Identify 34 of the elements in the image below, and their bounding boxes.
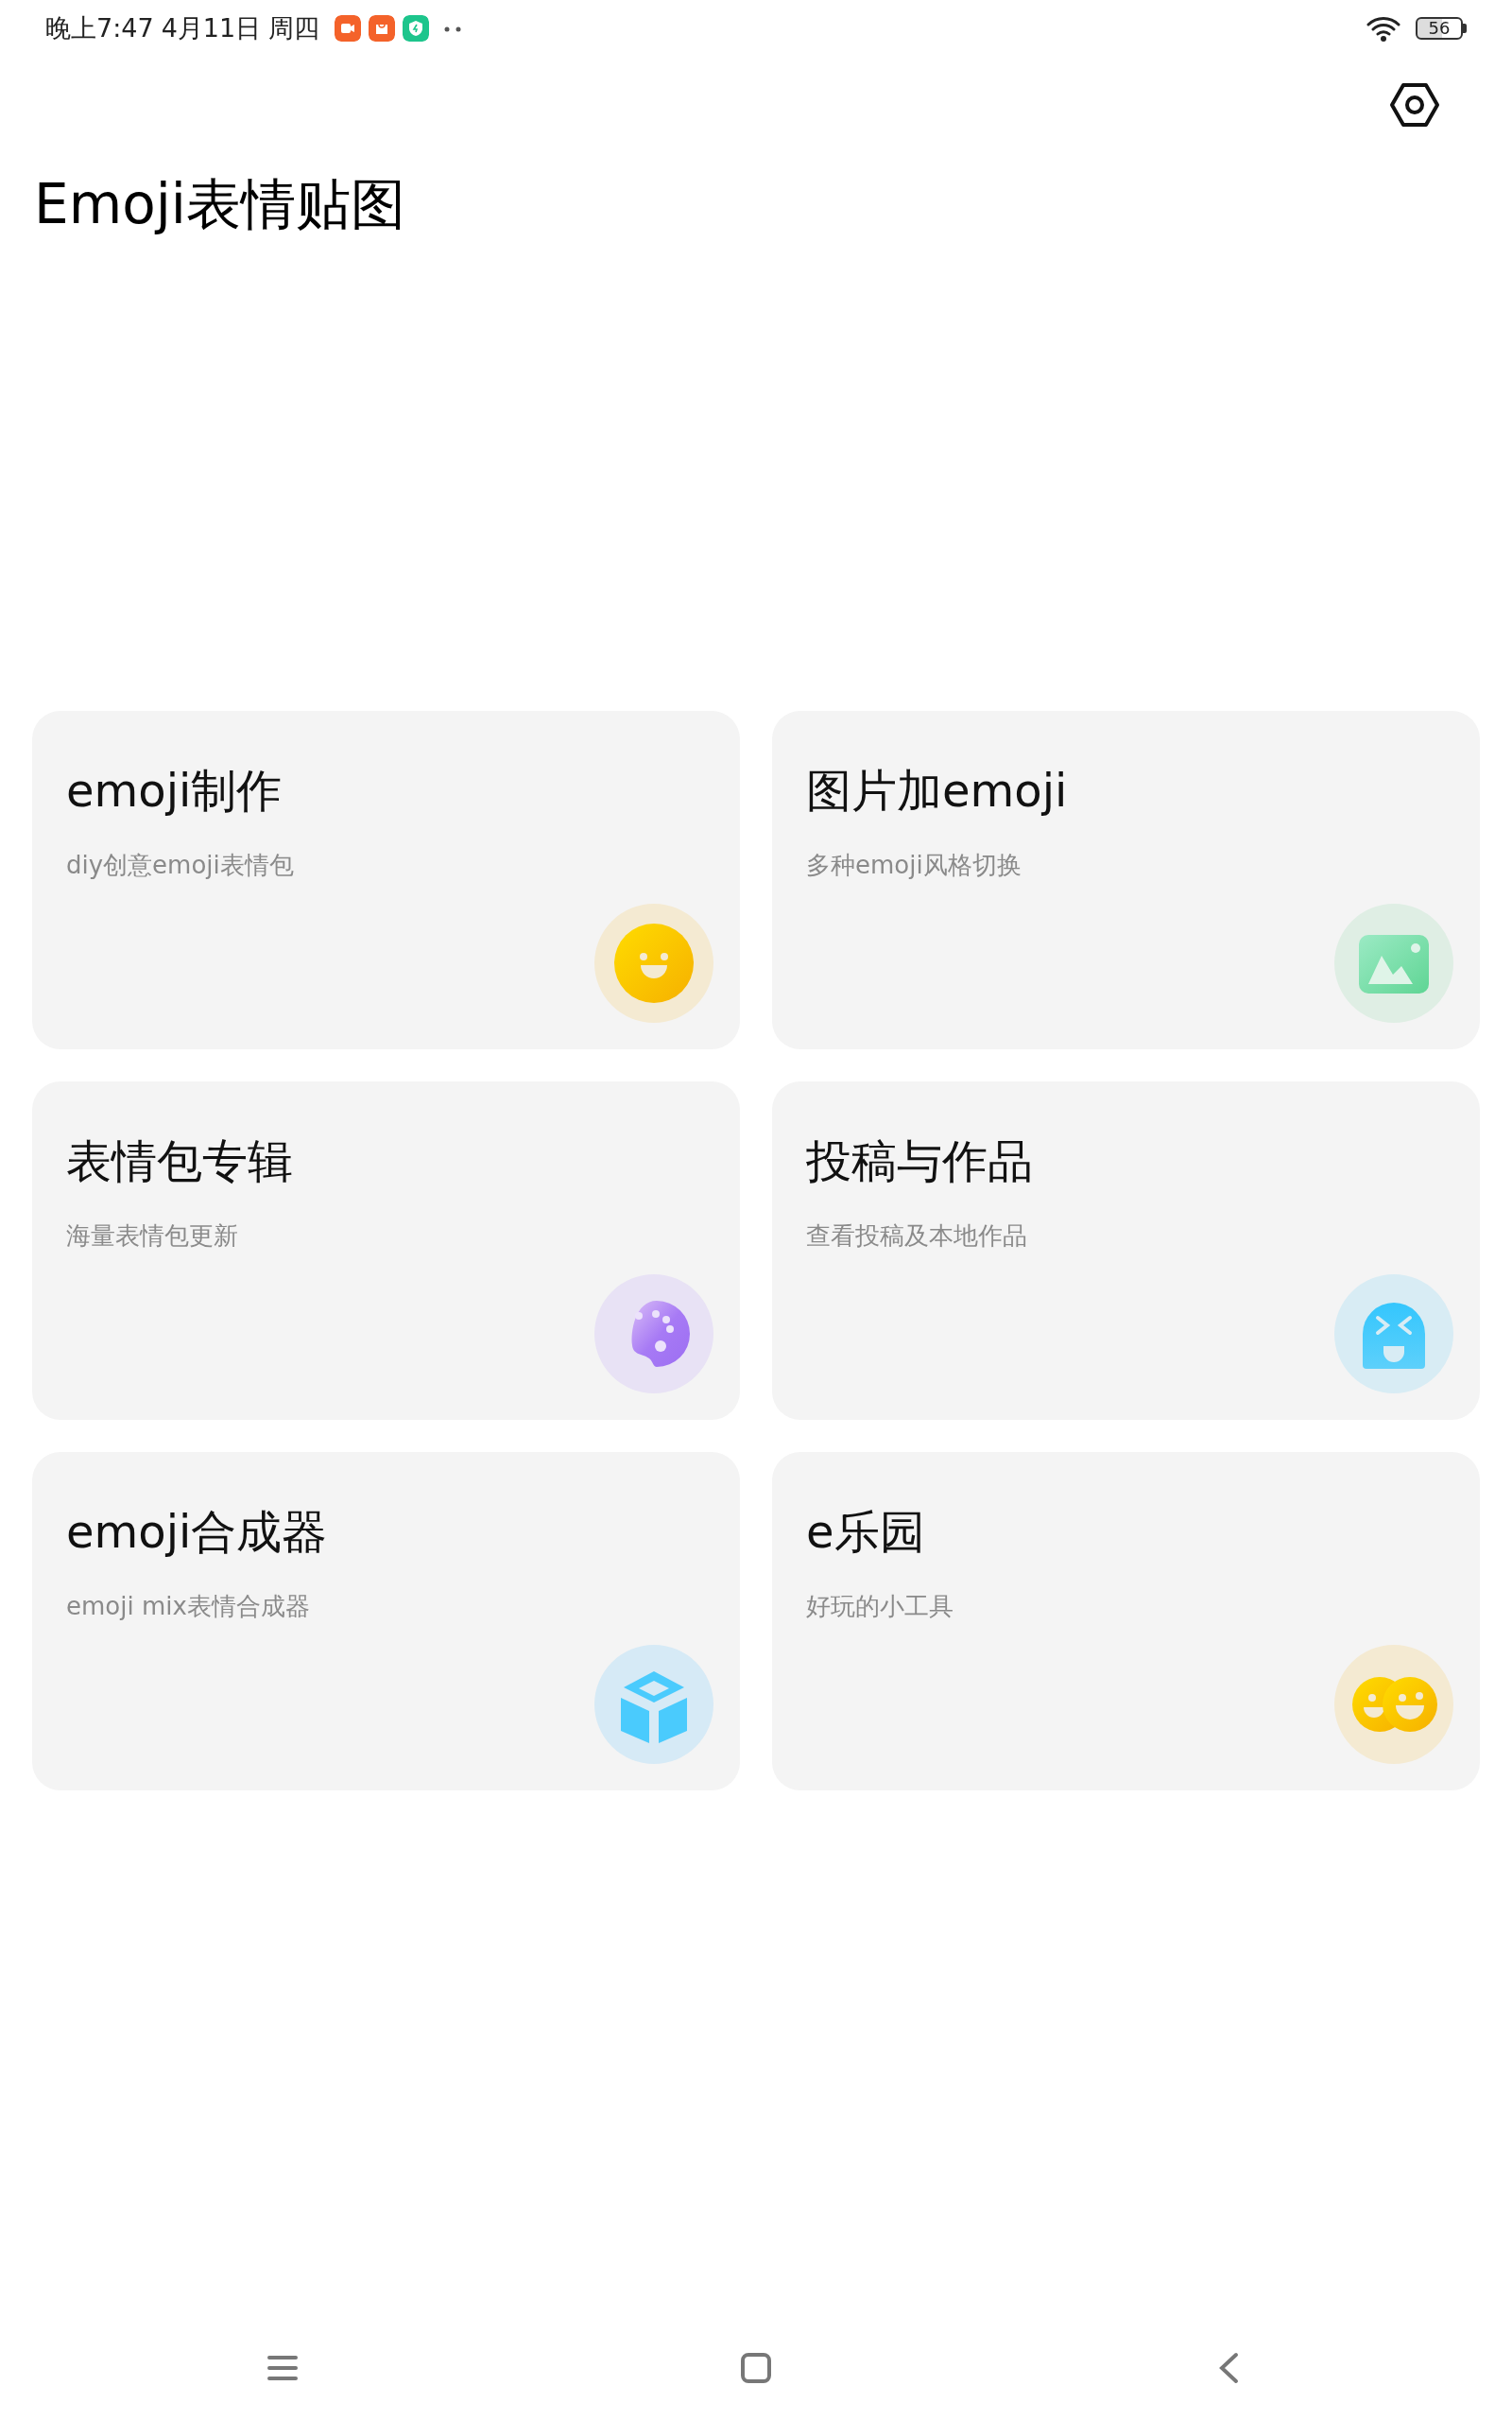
- status-weekday: 周四: [268, 11, 320, 44]
- battery-level: 56: [1428, 20, 1451, 37]
- feature-card[interactable]: 表情包专辑 海量表情包更新: [32, 1081, 740, 1420]
- smileys-icon: [1334, 1645, 1453, 1764]
- card-subtitle: 多种emoji风格切换: [806, 849, 1022, 881]
- palette-icon: [594, 1274, 713, 1393]
- ghost-icon: [1334, 1274, 1453, 1393]
- cube-icon: [594, 1645, 713, 1764]
- status-time: 晚上7:47: [45, 11, 154, 44]
- bag-icon: [369, 15, 396, 42]
- image-icon: [1334, 904, 1453, 1023]
- feature-card[interactable]: e乐园 好玩的小工具: [772, 1452, 1480, 1790]
- home-button[interactable]: [740, 2352, 772, 2384]
- card-title: emoji合成器: [66, 1505, 328, 1560]
- status-date: 4月11日: [161, 11, 262, 44]
- card-subtitle: 海量表情包更新: [66, 1219, 238, 1252]
- feature-card[interactable]: 投稿与作品 查看投稿及本地作品: [772, 1081, 1480, 1420]
- smiley-icon: [594, 904, 713, 1023]
- card-title: 图片加emoji: [806, 764, 1068, 819]
- card-subtitle: diy创意emoji表情包: [66, 849, 294, 881]
- shield-icon: [403, 15, 430, 42]
- wifi-icon: [1366, 16, 1400, 43]
- card-title: e乐园: [806, 1505, 925, 1560]
- card-title: 投稿与作品: [806, 1134, 1033, 1189]
- card-title: 表情包专辑: [66, 1134, 293, 1189]
- video-icon: [335, 15, 362, 42]
- feature-card[interactable]: emoji制作 diy创意emoji表情包: [32, 711, 740, 1049]
- card-title: emoji制作: [66, 764, 283, 819]
- app-title: Emoji表情贴图: [34, 175, 405, 235]
- feature-card[interactable]: emoji合成器 emoji mix表情合成器: [32, 1452, 740, 1790]
- feature-card[interactable]: 图片加emoji 多种emoji风格切换: [772, 711, 1480, 1049]
- card-subtitle: emoji mix表情合成器: [66, 1590, 310, 1622]
- card-subtitle: 好玩的小工具: [806, 1590, 954, 1622]
- card-subtitle: 查看投稿及本地作品: [806, 1219, 1027, 1252]
